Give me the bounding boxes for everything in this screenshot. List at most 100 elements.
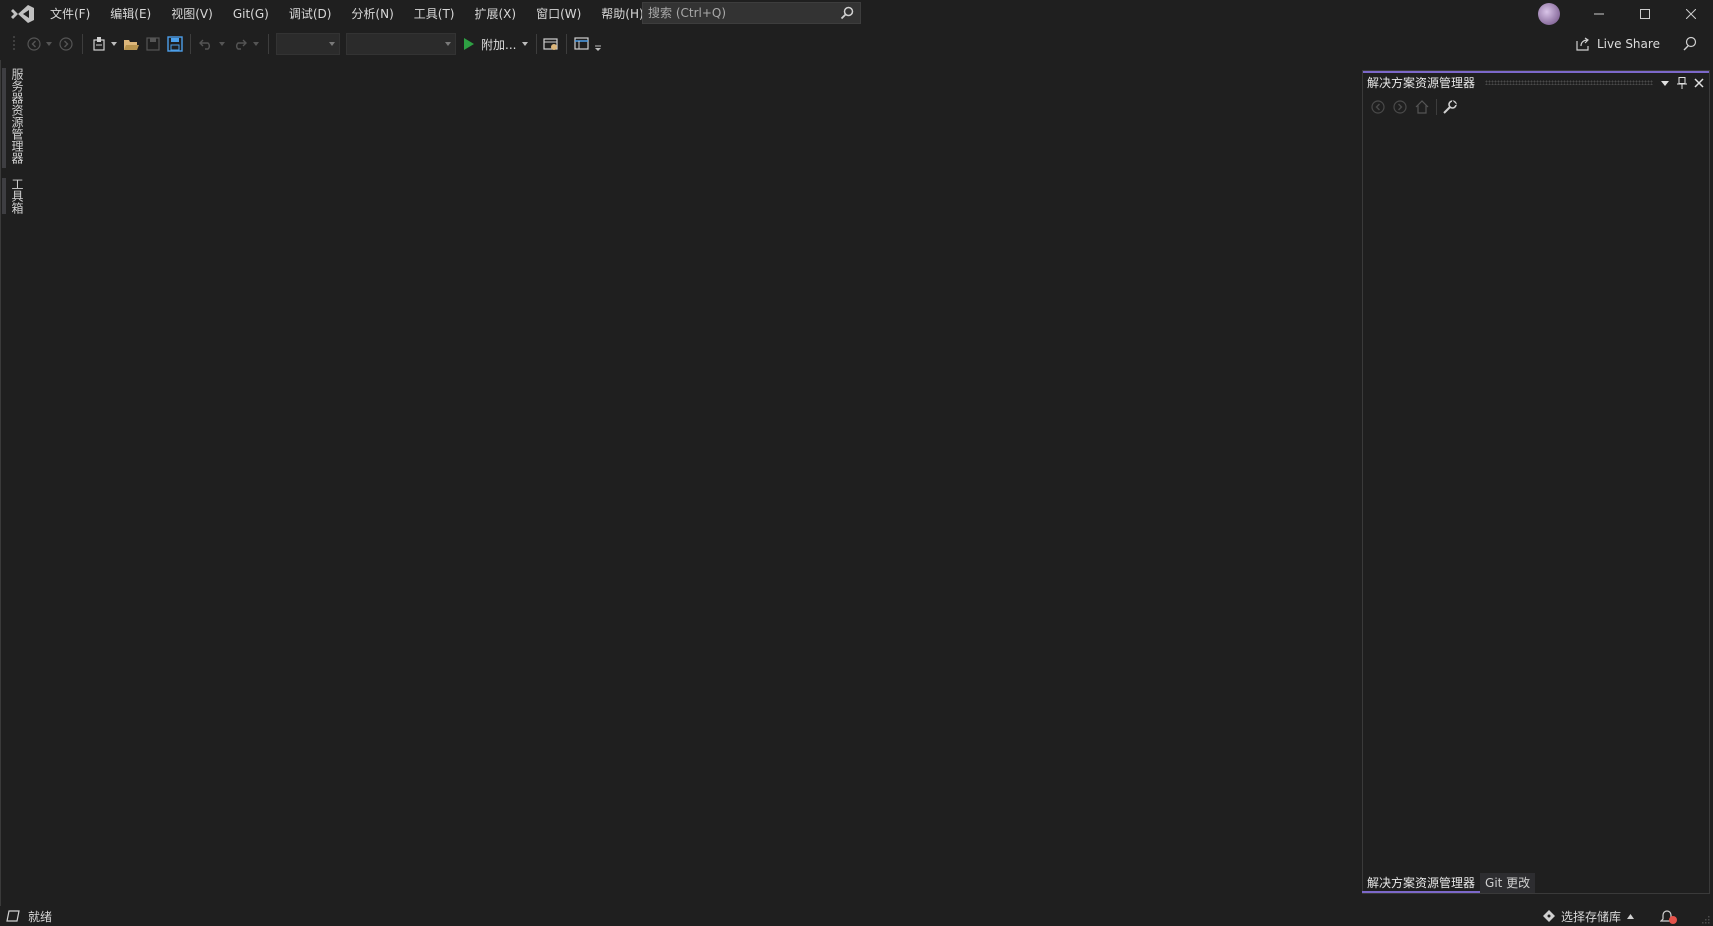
attach-button[interactable]: 附加...	[463, 33, 529, 55]
toolbar-separator	[190, 34, 191, 54]
feedback-button[interactable]	[1680, 34, 1700, 54]
dropdown-icon	[329, 42, 335, 46]
tab-solution-explorer[interactable]: 解决方案资源管理器	[1362, 873, 1481, 893]
menu-file[interactable]: 文件(F)	[40, 0, 100, 28]
toolbar-grip[interactable]	[11, 34, 17, 54]
dropdown-icon	[1661, 80, 1669, 86]
wrench-icon	[1443, 100, 1457, 114]
tab-toolbox[interactable]: 工具箱	[8, 178, 26, 214]
panel-toolbar-separator	[1436, 99, 1437, 115]
layout-icon	[574, 37, 590, 51]
new-project-button[interactable]	[88, 34, 110, 54]
menu-extensions[interactable]: 扩展(X)	[464, 0, 526, 28]
pin-icon	[1677, 77, 1687, 89]
dropdown-icon	[46, 42, 52, 46]
navigate-forward-button[interactable]	[56, 34, 76, 54]
status-bar: 就绪 选择存储库	[0, 906, 1713, 926]
output-icon	[6, 910, 20, 922]
resize-grip[interactable]	[1700, 914, 1710, 924]
live-share-label: Live Share	[1597, 37, 1660, 51]
menu-bar: 文件(F) 编辑(E) 视图(V) Git(G) 调试(D) 分析(N) 工具(…	[40, 0, 654, 28]
close-button[interactable]	[1669, 0, 1713, 28]
dropdown-icon	[595, 45, 601, 51]
panel-title: 解决方案资源管理器	[1367, 76, 1476, 90]
tab-server-explorer[interactable]: 服务器资源管理器	[8, 68, 26, 164]
minimize-button[interactable]	[1577, 0, 1621, 28]
redo-dropdown[interactable]	[252, 34, 260, 54]
open-folder-icon	[123, 37, 139, 51]
menu-analyze[interactable]: 分析(N)	[341, 0, 403, 28]
browser-link-button[interactable]	[541, 34, 561, 54]
dropdown-icon	[219, 42, 225, 46]
redo-button[interactable]	[230, 34, 250, 54]
status-ready: 就绪	[6, 906, 52, 926]
account-avatar[interactable]	[1538, 3, 1560, 25]
home-icon	[1415, 100, 1429, 114]
new-project-icon	[91, 36, 107, 52]
menu-tools[interactable]: 工具(T)	[404, 0, 465, 28]
panel-back-button[interactable]	[1371, 97, 1385, 117]
layout-button[interactable]	[572, 34, 592, 54]
back-dropdown[interactable]	[45, 34, 53, 54]
dropdown-icon	[445, 42, 451, 46]
menu-debug[interactable]: 调试(D)	[279, 0, 342, 28]
panel-accent-bar	[1363, 71, 1709, 73]
select-repository-button[interactable]: 选择存储库	[1543, 906, 1635, 926]
tab-indicator	[2, 68, 6, 168]
save-icon	[146, 37, 160, 51]
toolbar-separator	[268, 34, 269, 54]
save-button[interactable]	[143, 34, 163, 54]
panel-forward-button[interactable]	[1393, 97, 1407, 117]
undo-dropdown[interactable]	[218, 34, 226, 54]
minimize-icon	[1594, 9, 1604, 19]
panel-drag-grip[interactable]	[1485, 80, 1653, 85]
menu-edit[interactable]: 编辑(E)	[100, 0, 161, 28]
notifications-button[interactable]	[1660, 908, 1678, 924]
solution-explorer-panel: 解决方案资源管理器	[1362, 70, 1710, 894]
browser-link-icon	[543, 37, 559, 51]
status-text: 就绪	[28, 909, 53, 924]
navigate-back-button[interactable]	[23, 34, 45, 54]
panel-properties-button[interactable]	[1443, 97, 1457, 117]
vs-logo-icon	[10, 3, 36, 25]
git-icon	[1543, 910, 1555, 922]
panel-home-button[interactable]	[1415, 97, 1429, 117]
live-share-icon	[1576, 37, 1590, 51]
panel-close-button[interactable]	[1691, 75, 1707, 91]
editor-area	[30, 60, 1358, 906]
save-all-button[interactable]	[165, 34, 185, 54]
undo-button[interactable]	[196, 34, 216, 54]
standard-toolbar: 附加...	[0, 28, 1713, 60]
dropdown-icon[interactable]	[522, 42, 529, 46]
maximize-button[interactable]	[1623, 0, 1667, 28]
forward-icon	[1393, 100, 1407, 114]
search-icon[interactable]	[840, 6, 854, 20]
search-input[interactable]	[643, 3, 838, 23]
toolbar-separator	[566, 34, 567, 54]
start-icon	[463, 37, 475, 51]
panel-options-button[interactable]	[1657, 75, 1673, 91]
panel-pin-button[interactable]	[1674, 75, 1690, 91]
menu-view[interactable]: 视图(V)	[161, 0, 223, 28]
back-icon	[27, 37, 41, 51]
open-file-button[interactable]	[121, 34, 141, 54]
live-share-button[interactable]: Live Share	[1576, 34, 1660, 54]
menu-git[interactable]: Git(G)	[223, 0, 279, 28]
back-icon	[1371, 100, 1385, 114]
new-project-dropdown[interactable]	[110, 34, 118, 54]
search-box[interactable]	[642, 2, 861, 24]
chevron-up-icon	[1627, 913, 1635, 919]
save-all-icon	[167, 36, 183, 52]
solution-platform-dropdown[interactable]	[346, 33, 456, 55]
repo-label: 选择存储库	[1561, 909, 1622, 924]
tab-git-changes[interactable]: Git 更改	[1480, 873, 1536, 893]
solution-configuration-dropdown[interactable]	[276, 33, 340, 55]
bell-icon	[1660, 908, 1678, 924]
close-icon	[1686, 9, 1696, 19]
dropdown-icon	[111, 42, 117, 46]
maximize-icon	[1640, 9, 1650, 19]
menu-window[interactable]: 窗口(W)	[526, 0, 591, 28]
feedback-icon	[1682, 36, 1698, 52]
toolbar-overflow-button[interactable]	[593, 38, 603, 58]
undo-icon	[199, 38, 213, 50]
